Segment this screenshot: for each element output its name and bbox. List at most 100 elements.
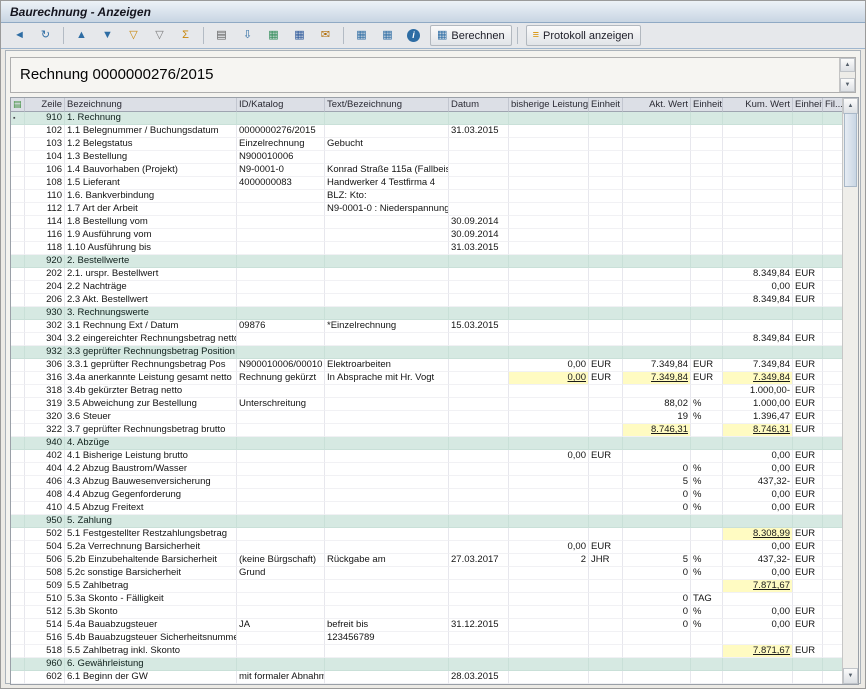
cell-e2[interactable]: % bbox=[691, 502, 723, 515]
cell-e3[interactable] bbox=[793, 164, 823, 177]
header-e2[interactable]: Einheit bbox=[691, 98, 723, 112]
cell-bl[interactable] bbox=[509, 619, 589, 632]
cell-ic[interactable] bbox=[11, 502, 25, 515]
cell-bl[interactable] bbox=[509, 398, 589, 411]
cell-e1[interactable] bbox=[589, 190, 623, 203]
cell-d[interactable] bbox=[449, 138, 509, 151]
cell-e1[interactable] bbox=[589, 567, 623, 580]
cell-fil[interactable] bbox=[823, 242, 843, 255]
cell-id[interactable] bbox=[237, 515, 325, 528]
cell-fil[interactable] bbox=[823, 437, 843, 450]
cell-b[interactable]: 6. Gewährleistung bbox=[65, 658, 237, 671]
cell-aw[interactable] bbox=[623, 138, 691, 151]
cell-fil[interactable] bbox=[823, 125, 843, 138]
cell-bl[interactable] bbox=[509, 411, 589, 424]
cell-e1[interactable] bbox=[589, 424, 623, 437]
cell-e2[interactable] bbox=[691, 632, 723, 645]
cell-bl[interactable] bbox=[509, 515, 589, 528]
cell-t[interactable]: *Einzelrechnung bbox=[325, 320, 449, 333]
cell-kw[interactable]: 7.871,67 bbox=[723, 645, 793, 658]
cell-e3[interactable]: EUR bbox=[793, 502, 823, 515]
cell-d[interactable] bbox=[449, 333, 509, 346]
cell-b[interactable]: 5.4a Bauabzugsteuer bbox=[65, 619, 237, 632]
cell-e1[interactable] bbox=[589, 489, 623, 502]
cell-aw[interactable]: 0 bbox=[623, 502, 691, 515]
cell-e3[interactable] bbox=[793, 437, 823, 450]
header-ic[interactable]: ▤ bbox=[11, 98, 25, 112]
cell-e3[interactable] bbox=[793, 216, 823, 229]
cell-fil[interactable] bbox=[823, 554, 843, 567]
cell-bl[interactable]: 0,00 bbox=[509, 541, 589, 554]
cell-id[interactable]: N9-0001-0 bbox=[237, 164, 325, 177]
cell-bl[interactable] bbox=[509, 320, 589, 333]
layout-grid-button[interactable]: ▦ bbox=[349, 25, 374, 46]
cell-aw[interactable] bbox=[623, 307, 691, 320]
info-button[interactable]: i bbox=[401, 25, 426, 46]
cell-kw[interactable] bbox=[723, 242, 793, 255]
cell-e1[interactable] bbox=[589, 632, 623, 645]
cell-bl[interactable] bbox=[509, 580, 589, 593]
cell-e1[interactable] bbox=[589, 294, 623, 307]
mail-button[interactable]: ✉ bbox=[313, 25, 338, 46]
cell-bl[interactable] bbox=[509, 190, 589, 203]
cell-e1[interactable] bbox=[589, 320, 623, 333]
cell-e1[interactable] bbox=[589, 528, 623, 541]
cell-e2[interactable]: % bbox=[691, 411, 723, 424]
cell-bl[interactable] bbox=[509, 528, 589, 541]
cell-e2[interactable] bbox=[691, 658, 723, 671]
cell-kw[interactable]: 0,00 bbox=[723, 606, 793, 619]
cell-z[interactable]: 116 bbox=[25, 229, 65, 242]
cell-kw[interactable]: 0,00 bbox=[723, 567, 793, 580]
cell-b[interactable]: 4.3 Abzug Bauwesenversicherung bbox=[65, 476, 237, 489]
cell-d[interactable]: 31.03.2015 bbox=[449, 242, 509, 255]
cell-d[interactable] bbox=[449, 489, 509, 502]
cell-d[interactable] bbox=[449, 372, 509, 385]
cell-kw[interactable]: 8.746,31 bbox=[723, 424, 793, 437]
cell-e2[interactable] bbox=[691, 424, 723, 437]
cell-z[interactable]: 514 bbox=[25, 619, 65, 632]
cell-kw[interactable]: 8.308,99 bbox=[723, 528, 793, 541]
cell-ic[interactable] bbox=[11, 268, 25, 281]
cell-aw[interactable] bbox=[623, 203, 691, 216]
cell-e2[interactable] bbox=[691, 242, 723, 255]
cell-z[interactable]: 102 bbox=[25, 125, 65, 138]
cell-t[interactable] bbox=[325, 424, 449, 437]
cell-d[interactable] bbox=[449, 528, 509, 541]
cell-d[interactable] bbox=[449, 515, 509, 528]
cell-fil[interactable] bbox=[823, 671, 843, 684]
cell-ic[interactable] bbox=[11, 632, 25, 645]
cell-e1[interactable] bbox=[589, 437, 623, 450]
back-button[interactable]: ◄ bbox=[7, 25, 32, 46]
cell-fil[interactable] bbox=[823, 593, 843, 606]
cell-kw[interactable] bbox=[723, 177, 793, 190]
cell-fil[interactable] bbox=[823, 658, 843, 671]
cell-e3[interactable] bbox=[793, 138, 823, 151]
cell-fil[interactable] bbox=[823, 112, 843, 125]
cell-id[interactable] bbox=[237, 541, 325, 554]
cell-ic[interactable] bbox=[11, 658, 25, 671]
cell-e1[interactable] bbox=[589, 268, 623, 281]
cell-ic[interactable] bbox=[11, 359, 25, 372]
cell-fil[interactable] bbox=[823, 190, 843, 203]
cell-kw[interactable]: 0,00 bbox=[723, 450, 793, 463]
cell-e3[interactable]: EUR bbox=[793, 281, 823, 294]
cell-e3[interactable]: EUR bbox=[793, 554, 823, 567]
cell-e2[interactable] bbox=[691, 203, 723, 216]
cell-z[interactable]: 940 bbox=[25, 437, 65, 450]
cell-kw[interactable]: 8.349,84 bbox=[723, 268, 793, 281]
cell-e3[interactable]: EUR bbox=[793, 294, 823, 307]
cell-ic[interactable] bbox=[11, 294, 25, 307]
cell-b[interactable]: 1.10 Ausführung bis bbox=[65, 242, 237, 255]
cell-d[interactable] bbox=[449, 385, 509, 398]
cell-d[interactable] bbox=[449, 476, 509, 489]
cell-b[interactable]: 3. Rechnungswerte bbox=[65, 307, 237, 320]
sort-desc-button[interactable]: ▼ bbox=[95, 25, 120, 46]
cell-e3[interactable]: EUR bbox=[793, 424, 823, 437]
scrollbar-thumb[interactable] bbox=[844, 113, 857, 187]
cell-e3[interactable]: EUR bbox=[793, 450, 823, 463]
cell-t[interactable] bbox=[325, 112, 449, 125]
cell-kw[interactable] bbox=[723, 151, 793, 164]
cell-e2[interactable] bbox=[691, 229, 723, 242]
cell-d[interactable] bbox=[449, 567, 509, 580]
cell-e2[interactable] bbox=[691, 671, 723, 684]
